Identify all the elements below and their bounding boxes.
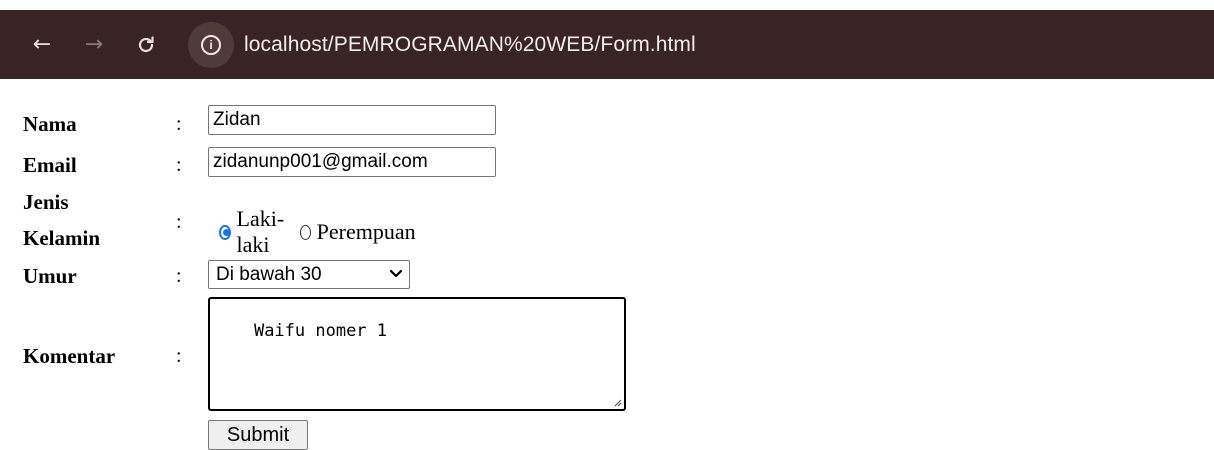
forward-arrow-icon[interactable]: →	[74, 25, 114, 65]
chevron-down-icon	[389, 267, 403, 283]
radio-perempuan[interactable]	[299, 224, 311, 240]
back-arrow-icon[interactable]: ←	[22, 25, 62, 65]
radio-perempuan-label[interactable]: Perempuan	[317, 219, 416, 245]
top-window-strip	[0, 0, 1214, 10]
email-input[interactable]	[208, 147, 496, 177]
url-text[interactable]: localhost/PEMROGRAMAN%20WEB/Form.html	[244, 33, 696, 57]
gender-colon: :	[176, 211, 182, 233]
komentar-textarea[interactable]: Waifu nomer 1	[208, 297, 626, 411]
resize-grip-icon[interactable]	[612, 397, 622, 407]
address-bar[interactable]: i localhost/PEMROGRAMAN%20WEB/Form.html	[188, 21, 1188, 68]
umur-selected-value: Di bawah 30	[216, 263, 322, 285]
info-icon: i	[201, 34, 221, 55]
komentar-label: Komentar	[23, 344, 116, 368]
reload-icon[interactable]	[126, 25, 166, 65]
umur-label: Umur	[23, 264, 77, 288]
gender-label-line2: Kelamin	[23, 226, 100, 250]
radio-laki-laki-label[interactable]: Laki-laki	[237, 206, 292, 258]
email-label: Email	[23, 153, 77, 177]
nama-label: Nama	[23, 112, 77, 136]
browser-toolbar: ← → i localhost/PEMROGRAMAN%20WEB/Form.h…	[0, 10, 1214, 79]
radio-laki-laki[interactable]	[219, 224, 231, 240]
email-colon: :	[176, 154, 182, 176]
gender-label-line1: Jenis	[23, 190, 69, 214]
nama-colon: :	[176, 113, 182, 135]
gender-radio-group: Laki-laki Perempuan	[219, 206, 416, 258]
umur-select[interactable]: Di bawah 30	[208, 260, 410, 289]
submit-button[interactable]: Submit	[208, 420, 308, 450]
komentar-colon: :	[176, 345, 182, 367]
komentar-text: Waifu nomer 1	[253, 321, 388, 341]
site-info-button[interactable]: i	[188, 21, 234, 68]
umur-colon: :	[176, 265, 182, 287]
reload-icon-svg	[138, 35, 154, 52]
nama-input[interactable]	[208, 105, 496, 135]
